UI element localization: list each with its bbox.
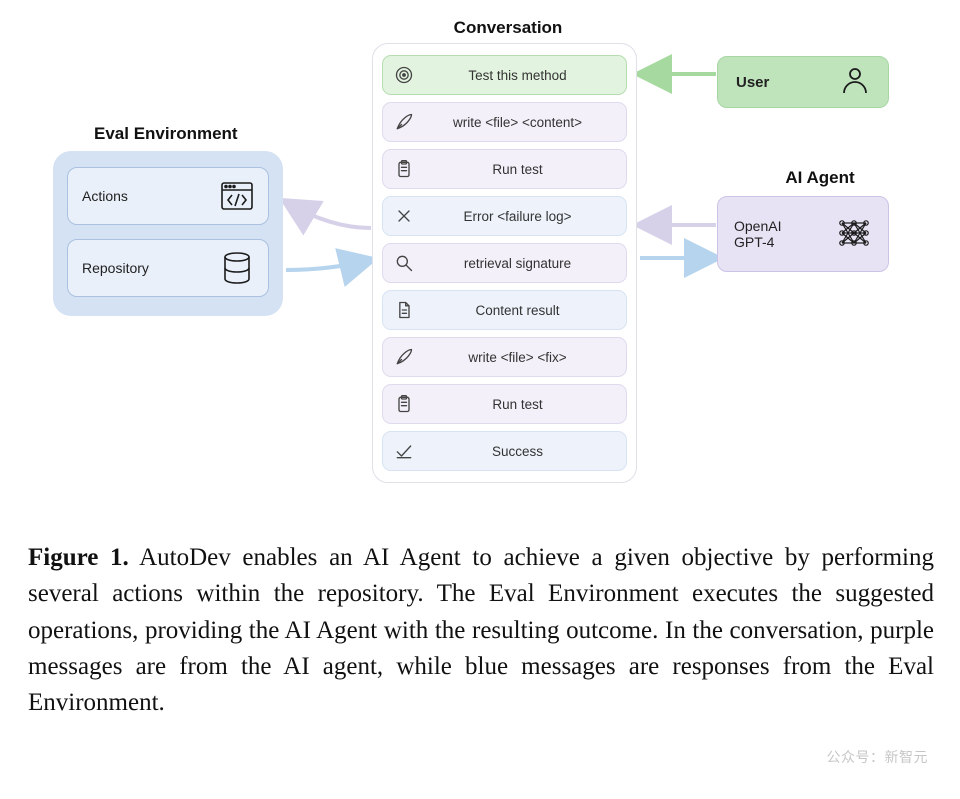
message-text: Run test [417,162,618,177]
neural-network-icon [836,215,872,254]
conversation-message: Test this method [382,55,627,95]
user-box: User [717,56,889,108]
ai-agent-title: AI Agent [770,168,870,188]
conversation-message: write <file> <fix> [382,337,627,377]
conversation-message: Run test [382,384,627,424]
clipboard-icon [391,394,417,414]
message-text: Run test [417,397,618,412]
eval-environment-title: Eval Environment [94,124,238,144]
eval-repository-label: Repository [82,260,149,276]
message-text: Test this method [417,68,618,83]
conversation-title: Conversation [438,18,578,38]
message-text: Error <failure log> [417,209,618,224]
document-icon [391,300,417,320]
message-text: retrieval signature [417,256,618,271]
conversation-message: Content result [382,290,627,330]
target-icon [391,65,417,85]
message-text: write <file> <fix> [417,350,618,365]
figure-number: Figure 1. [28,544,129,571]
conversation-message: write <file> <content> [382,102,627,142]
agent-label: OpenAI GPT-4 [734,218,781,250]
check-icon [391,441,417,461]
conversation-message: Success [382,431,627,471]
person-icon [840,65,870,99]
database-icon [220,251,254,285]
message-text: Content result [417,303,618,318]
conversation-message: retrieval signature [382,243,627,283]
ai-agent-box: OpenAI GPT-4 [717,196,889,272]
caption-body: AutoDev enables an AI Agent to achieve a… [28,544,934,716]
arrow-conversation-to-eval [286,202,371,228]
message-text: write <file> <content> [417,115,618,130]
watermark-text: 公众号：新智元 [827,747,929,767]
code-window-icon [220,179,254,213]
clipboard-icon [391,159,417,179]
figure-caption: Figure 1. AutoDev enables an AI Agent to… [28,540,934,721]
eval-environment-panel: Actions Repository [53,151,283,316]
conversation-panel: Test this method write <file> <content> Ru… [372,43,637,483]
x-icon [391,206,417,226]
arrow-eval-to-conversation [286,260,371,270]
eval-actions-card: Actions [67,167,269,225]
quill-icon [391,112,417,132]
message-text: Success [417,444,618,459]
eval-actions-label: Actions [82,188,128,204]
eval-repository-card: Repository [67,239,269,297]
search-icon [391,253,417,273]
conversation-message: Run test [382,149,627,189]
conversation-message: Error <failure log> [382,196,627,236]
quill-icon [391,347,417,367]
user-label: User [736,74,769,91]
diagram-area: Eval Environment Conversation AI Agent A… [0,0,960,510]
